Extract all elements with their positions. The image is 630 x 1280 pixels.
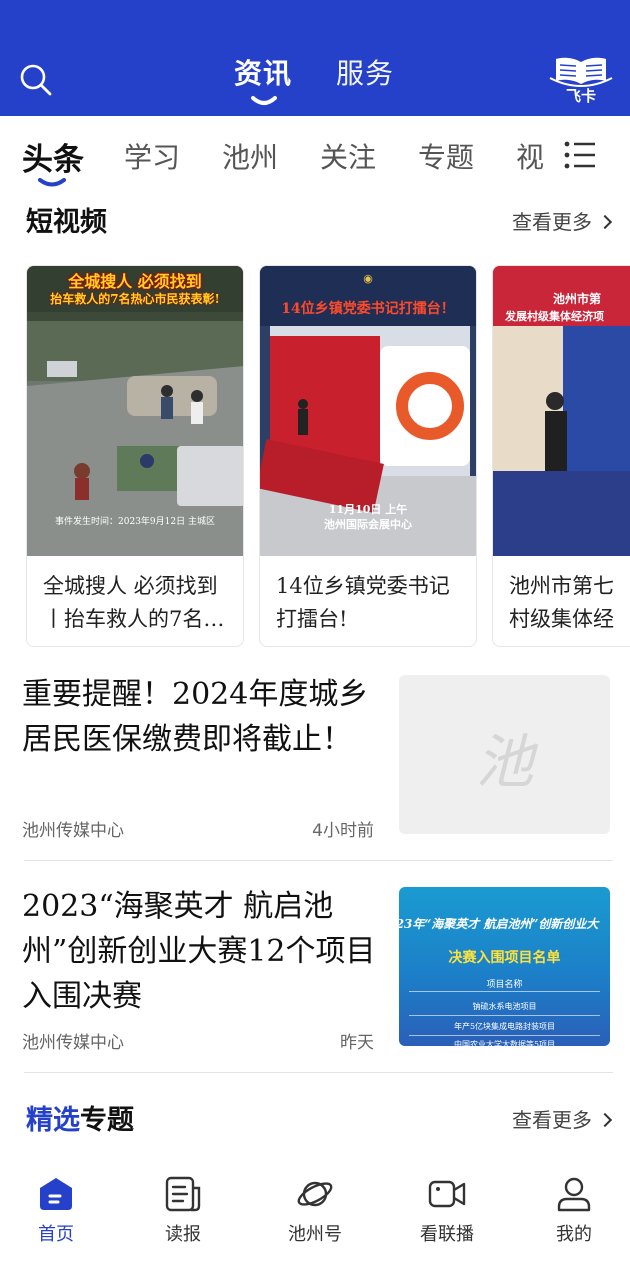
- nav-broadcast[interactable]: 看联播: [397, 1174, 497, 1246]
- nav-profile[interactable]: 我的: [524, 1174, 624, 1246]
- section-title: 短视频: [26, 207, 107, 238]
- overlay-caption: 全城搜人 必须找到: [68, 272, 202, 291]
- nav-label: 读报: [165, 1224, 201, 1245]
- nav-label: 看联播: [420, 1224, 474, 1245]
- news-item[interactable]: 2023“海聚英才 航启池州”创新创业大赛12个项目入围决赛 池州传媒中心 昨天…: [22, 884, 610, 1054]
- channel-tab-video[interactable]: 视: [516, 136, 544, 176]
- nav-newspaper[interactable]: 读报: [133, 1174, 233, 1246]
- list-menu-icon[interactable]: [564, 140, 596, 170]
- more-label: 查看更多: [512, 210, 592, 234]
- news-thumbnail-placeholder: 池: [399, 675, 610, 834]
- thumb-column: 项目名称: [486, 980, 523, 990]
- news-source: 池州传媒中心: [22, 821, 124, 841]
- news-item[interactable]: 重要提醒！2024年度城乡居民医保缴费即将截止！ 池州传媒中心 4小时前 池: [22, 672, 610, 842]
- channel-tab-chizhou[interactable]: 池州: [222, 136, 278, 176]
- overlay-caption: 发展村级集体经济项: [505, 310, 604, 323]
- thumb-rule: [409, 1015, 600, 1016]
- video-title: 全城搜人 必须找到 丨抬车救人的7名…: [43, 570, 233, 636]
- news-thumbnail: 2023年“海聚英才 航启池州”创新创业大 决赛入围项目名单 项目名称 钠硫水系…: [399, 887, 610, 1046]
- channel-tab-bar: 头条 学习 池州 关注 专题 视: [0, 126, 630, 192]
- channel-tab-study[interactable]: 学习: [124, 136, 180, 176]
- thumb-heading: 决赛入围项目名单: [448, 950, 561, 966]
- home-icon: [40, 1178, 72, 1210]
- video-card[interactable]: ◉ 14位乡镇党委书记打擂台！ 11月10日 上午 池州国际会展中心 14位乡镇…: [259, 265, 477, 647]
- app-header: 资讯 服务 飞卡: [0, 0, 630, 116]
- news-title: 重要提醒！2024年度城乡居民医保缴费即将截止！: [22, 677, 369, 757]
- chevron-right-icon: [597, 214, 613, 230]
- video-title-line: 打擂台!: [276, 607, 348, 631]
- bottom-nav: 首页 读报 池州号 看联播 我的: [0, 1160, 630, 1280]
- divider: [24, 860, 613, 861]
- short-video-header: 短视频 查看更多: [26, 200, 613, 240]
- short-video-carousel[interactable]: 全城搜人 必须找到 抬车救人的7名热心市民获表彰! 事件发生时间：2023年9月…: [0, 265, 630, 649]
- overlay-caption: 池州市第: [553, 292, 602, 306]
- title-rest: 专题: [80, 1105, 134, 1136]
- newspaper-icon: [165, 1176, 201, 1212]
- more-label: 查看更多: [512, 1108, 592, 1132]
- more-link[interactable]: 查看更多: [512, 1104, 613, 1133]
- logo-mark: ◉: [363, 272, 373, 285]
- nav-chizhou-account[interactable]: 池州号: [265, 1174, 365, 1246]
- street-scene-image: [27, 266, 243, 556]
- video-thumbnail: 全城搜人 必须找到 抬车救人的7名热心市民获表彰! 事件发生时间：2023年9月…: [27, 266, 243, 556]
- news-time: 昨天: [340, 1033, 374, 1053]
- channel-tab-topics[interactable]: 专题: [418, 136, 474, 176]
- overlay-caption: 池州国际会展中心: [324, 518, 412, 531]
- user-icon: [557, 1177, 591, 1212]
- featured-topics-header: 精选专题 查看更多: [26, 1098, 613, 1138]
- planet-icon: [297, 1181, 333, 1207]
- placeholder-logo: 池: [475, 728, 534, 796]
- video-thumbnail: ◉ 14位乡镇党委书记打擂台！ 11月10日 上午 池州国际会展中心: [260, 266, 476, 556]
- thumb-row: 年产5亿块集成电路封装项目: [453, 1022, 556, 1031]
- divider: [24, 1072, 613, 1073]
- thumb-banner: 2023年“海聚英才 航启池州”创新创业大: [399, 917, 599, 931]
- active-tab-indicator: [251, 96, 277, 105]
- video-camera-icon: [428, 1180, 466, 1208]
- video-card[interactable]: 池州市第 发展村级集体经济项 池州市第七 村级集体经: [492, 265, 630, 647]
- feika-button[interactable]: 飞卡: [548, 54, 614, 106]
- nav-label: 我的: [556, 1224, 592, 1245]
- video-title-line: 丨抬车救人的7名…: [43, 607, 225, 631]
- chevron-right-icon: [597, 1112, 613, 1128]
- overlay-caption: 11月10日 上午: [328, 503, 408, 516]
- news-source: 池州传媒中心: [22, 1033, 124, 1053]
- thumb-row: 中国农业大学大数据等5项目: [453, 1040, 556, 1046]
- top-tab-bar: 资讯 服务: [0, 52, 630, 112]
- more-link[interactable]: 查看更多: [512, 206, 613, 235]
- video-thumbnail: 池州市第 发展村级集体经济项: [493, 266, 630, 556]
- tab-services[interactable]: 服务: [336, 52, 394, 92]
- video-title-line: 全城搜人 必须找到: [43, 574, 218, 598]
- channel-tab-headlines[interactable]: 头条: [22, 134, 84, 179]
- thumb-row: 钠硫水系电池项目: [472, 1002, 537, 1011]
- nav-label: 首页: [38, 1224, 74, 1245]
- thumb-rule: [409, 991, 600, 992]
- video-card[interactable]: 全城搜人 必须找到 抬车救人的7名热心市民获表彰! 事件发生时间：2023年9月…: [26, 265, 244, 647]
- thumb-rule: [409, 1035, 600, 1036]
- news-time: 4小时前: [312, 821, 374, 841]
- video-title-line: 池州市第七: [509, 574, 614, 598]
- title-accent: 精选: [26, 1105, 80, 1136]
- channel-tab-follow[interactable]: 关注: [320, 136, 376, 176]
- video-title-line: 村级集体经: [509, 607, 614, 631]
- channel-active-indicator: [38, 178, 66, 187]
- nav-home[interactable]: 首页: [6, 1174, 106, 1246]
- video-title-line: 14位乡镇党委书记: [276, 574, 450, 598]
- nav-label: 池州号: [288, 1224, 342, 1245]
- overlay-caption: 14位乡镇党委书记打擂台！: [281, 301, 455, 317]
- tab-news[interactable]: 资讯: [234, 52, 292, 92]
- video-title: 池州市第七 村级集体经: [509, 570, 630, 636]
- news-title: 2023“海聚英才 航启池州”创新创业大赛12个项目入围决赛: [22, 889, 376, 1014]
- video-title: 14位乡镇党委书记 打擂台!: [276, 570, 466, 636]
- section-title: 精选专题: [26, 1098, 134, 1137]
- book-icon: [549, 57, 613, 87]
- feika-label: 飞卡: [565, 87, 596, 105]
- overlay-caption: 事件发生时间：2023年9月12日 主城区: [55, 517, 215, 527]
- overlay-caption: 抬车救人的7名热心市民获表彰!: [50, 292, 220, 306]
- channel-overflow: 视: [500, 126, 546, 192]
